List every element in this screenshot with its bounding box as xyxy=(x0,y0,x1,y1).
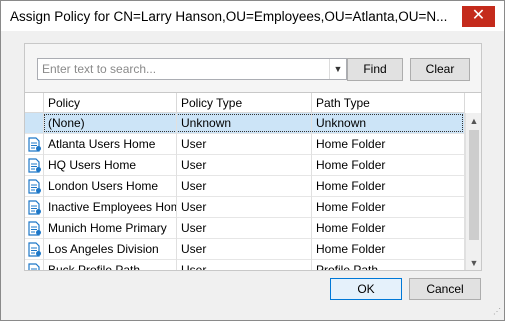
cell-policy: Inactive Employees Home xyxy=(44,197,177,218)
policy-document-icon xyxy=(28,158,41,173)
cell-path-type: Home Folder xyxy=(312,197,465,218)
policy-document-icon xyxy=(28,221,41,236)
column-header-path-type[interactable]: Path Type xyxy=(312,93,465,113)
row-icon-cell xyxy=(25,113,44,134)
cell-policy: (None) xyxy=(44,113,177,134)
policy-document-icon xyxy=(28,179,41,194)
cell-policy: HQ Users Home xyxy=(44,155,177,176)
policy-document-icon xyxy=(28,242,41,257)
cell-policy-type: Unknown xyxy=(177,113,312,134)
scroll-thumb[interactable] xyxy=(469,130,479,240)
column-header-policy-type[interactable]: Policy Type xyxy=(177,93,312,113)
cell-path-type: Unknown xyxy=(312,113,465,134)
window-title: Assign Policy for CN=Larry Hanson,OU=Emp… xyxy=(10,9,448,24)
row-icon-cell xyxy=(25,197,44,218)
cell-policy-type: User xyxy=(177,197,312,218)
table-row[interactable]: Munich Home Primary User Home Folder xyxy=(25,218,465,239)
cell-policy: Atlanta Users Home xyxy=(44,134,177,155)
scroll-down-icon[interactable]: ▼ xyxy=(466,255,481,270)
table-row[interactable]: Los Angeles Division User Home Folder xyxy=(25,239,465,260)
policy-document-icon xyxy=(28,200,41,215)
cell-policy-type: User xyxy=(177,134,312,155)
row-icon-cell xyxy=(25,155,44,176)
cell-policy-type: User xyxy=(177,218,312,239)
table-row[interactable]: (None) Unknown Unknown xyxy=(25,113,465,134)
cell-path-type: Home Folder xyxy=(312,176,465,197)
vertical-scrollbar[interactable]: ▲ ▼ xyxy=(465,113,481,270)
row-icon-cell xyxy=(25,260,44,270)
policy-panel: ▼ Find Clear Policy Policy Type Path Typ… xyxy=(24,43,482,271)
row-icon-cell xyxy=(25,134,44,155)
search-input[interactable] xyxy=(38,59,328,79)
title-bar[interactable]: Assign Policy for CN=Larry Hanson,OU=Emp… xyxy=(1,1,504,31)
policy-document-icon xyxy=(28,137,41,152)
cell-path-type: Home Folder xyxy=(312,218,465,239)
find-button[interactable]: Find xyxy=(347,58,403,81)
cell-path-type: Home Folder xyxy=(312,155,465,176)
column-header-policy[interactable]: Policy xyxy=(44,93,177,113)
table-row[interactable]: London Users Home User Home Folder xyxy=(25,176,465,197)
grid-header: Policy Policy Type Path Type xyxy=(25,93,465,113)
cell-policy-type: User xyxy=(177,260,312,270)
clear-button[interactable]: Clear xyxy=(410,58,470,81)
assign-policy-dialog: Assign Policy for CN=Larry Hanson,OU=Emp… xyxy=(0,0,505,321)
ok-button[interactable]: OK xyxy=(330,278,402,300)
table-row[interactable]: Buck Profile Path User Profile Path xyxy=(25,260,465,270)
search-combobox[interactable]: ▼ xyxy=(37,58,347,80)
cell-path-type: Home Folder xyxy=(312,239,465,260)
cell-policy-type: User xyxy=(177,176,312,197)
cell-policy-type: User xyxy=(177,239,312,260)
close-button[interactable]: ✕ xyxy=(462,6,495,27)
row-icon-cell xyxy=(25,239,44,260)
cell-policy-type: User xyxy=(177,155,312,176)
cell-policy: Buck Profile Path xyxy=(44,260,177,270)
cell-path-type: Home Folder xyxy=(312,134,465,155)
table-row[interactable]: Atlanta Users Home User Home Folder xyxy=(25,134,465,155)
scroll-up-icon[interactable]: ▲ xyxy=(466,113,481,129)
policy-grid: Policy Policy Type Path Type (None) Unkno… xyxy=(25,92,481,270)
header-icon-column[interactable] xyxy=(25,93,44,113)
policy-document-icon xyxy=(28,263,40,270)
row-icon-cell xyxy=(25,176,44,197)
table-row[interactable]: Inactive Employees Home User Home Folder xyxy=(25,197,465,218)
cell-policy: Los Angeles Division xyxy=(44,239,177,260)
row-icon-cell xyxy=(25,218,44,239)
chevron-down-icon[interactable]: ▼ xyxy=(329,59,346,79)
cancel-button[interactable]: Cancel xyxy=(409,278,481,300)
cell-policy: Munich Home Primary xyxy=(44,218,177,239)
table-row[interactable]: HQ Users Home User Home Folder xyxy=(25,155,465,176)
cell-path-type: Profile Path xyxy=(312,260,465,270)
resize-grip-icon[interactable]: ⋰ xyxy=(491,307,501,317)
cell-policy: London Users Home xyxy=(44,176,177,197)
